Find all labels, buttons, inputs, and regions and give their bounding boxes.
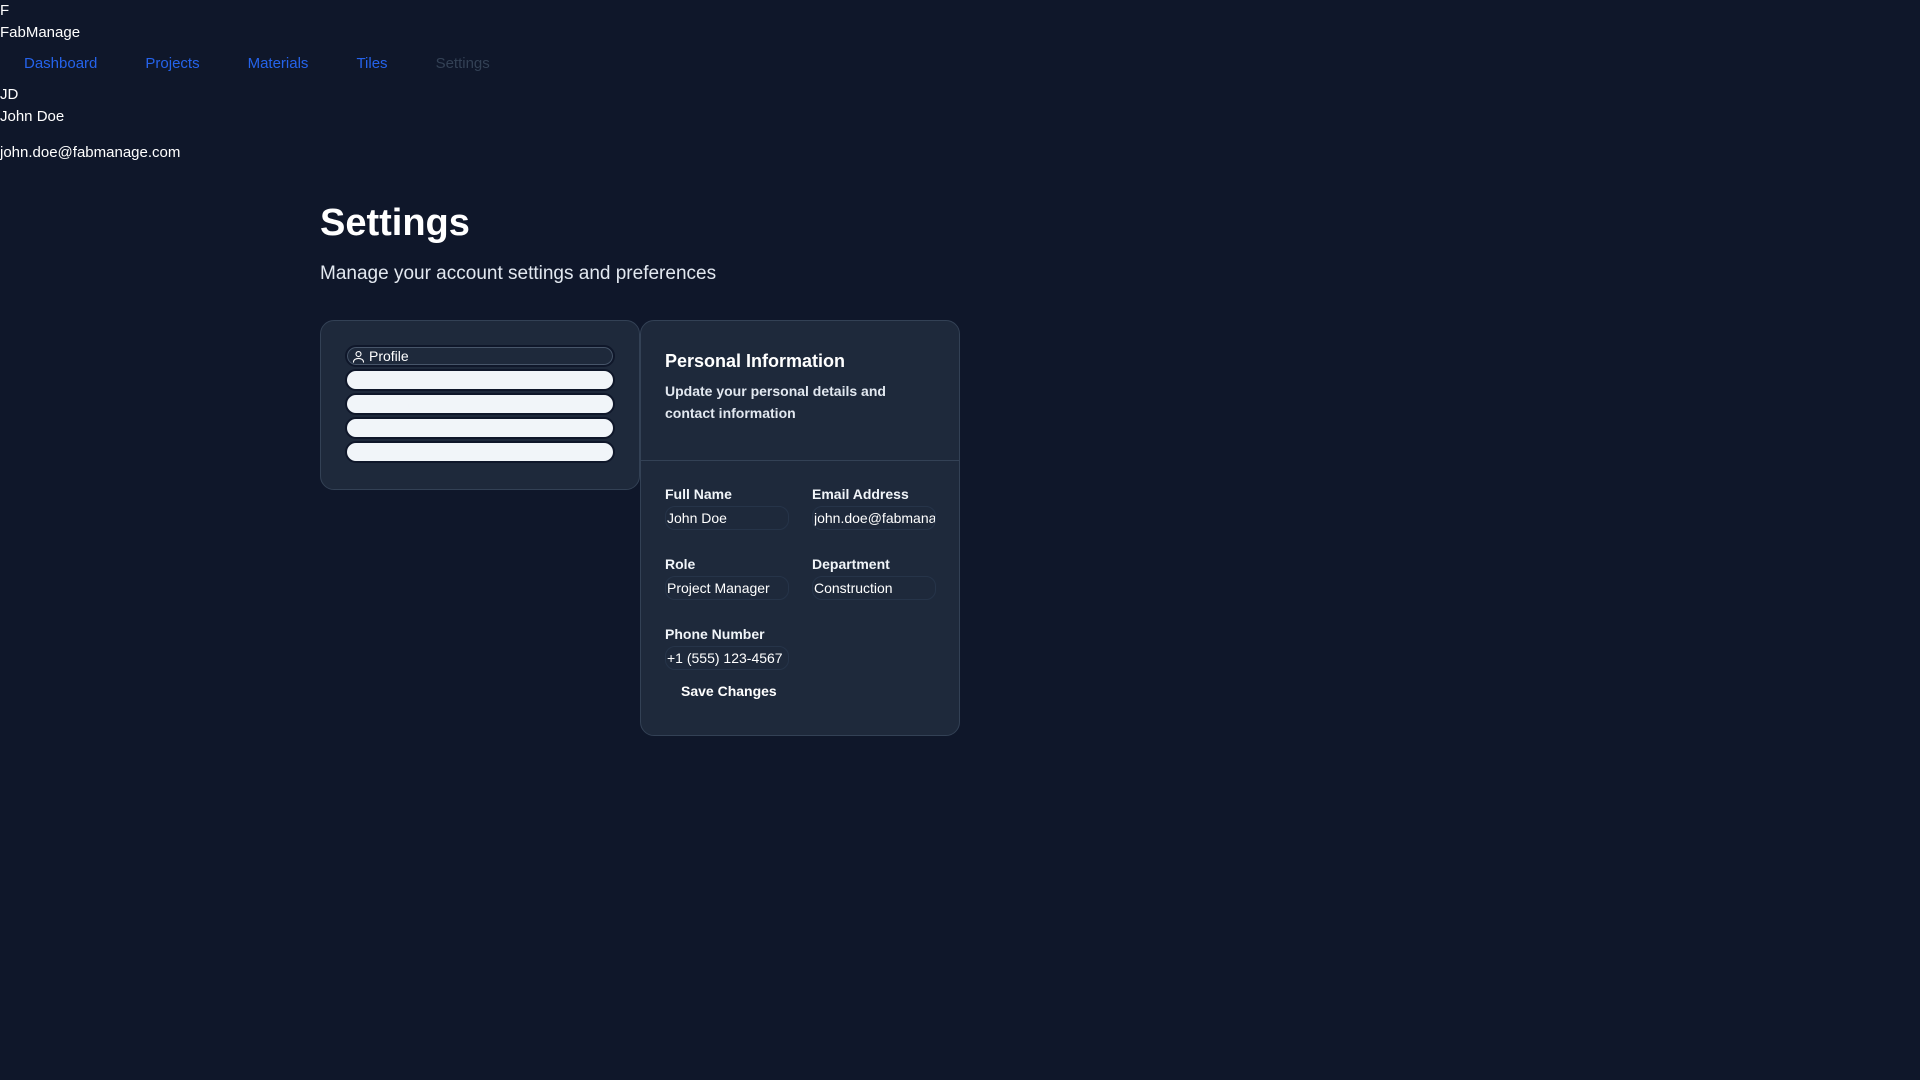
- card-title: Personal Information: [665, 351, 846, 371]
- full-name-input[interactable]: [665, 506, 789, 530]
- user-avatar: JD: [0, 86, 19, 103]
- card-header: Personal Information Update your persona…: [641, 321, 959, 461]
- department-field: Department: [812, 555, 936, 600]
- globe-icon: [352, 445, 365, 459]
- settings-tab-label: Notifications: [369, 372, 446, 388]
- palette-icon: [352, 397, 365, 411]
- settings-tab-label: Preferences: [369, 444, 445, 460]
- page-title: Settings: [320, 202, 470, 244]
- settings-tab-profile[interactable]: Profile: [345, 345, 615, 367]
- user-icon: [352, 350, 365, 363]
- settings-tab-label: Profile: [369, 348, 409, 364]
- email-field: Email Address: [812, 485, 936, 530]
- role-input[interactable]: [665, 576, 789, 600]
- app-name: FabManage: [0, 24, 81, 41]
- role-label: Role: [665, 556, 696, 572]
- app-logo: F: [0, 2, 10, 19]
- page-subtitle: Manage your account settings and prefere…: [320, 263, 717, 284]
- nav-link-dashboard[interactable]: Dashboard: [0, 50, 121, 80]
- nav-link-tiles[interactable]: Tiles: [332, 50, 411, 80]
- phone-label: Phone Number: [665, 626, 765, 642]
- settings-tab-label: Appearance: [369, 396, 445, 412]
- full-name-label: Full Name: [665, 486, 732, 502]
- personal-info-card: Personal Information Update your persona…: [640, 320, 960, 736]
- role-field: Role: [665, 555, 789, 600]
- email-label: Email Address: [812, 486, 909, 502]
- email-input[interactable]: [812, 506, 936, 530]
- department-input[interactable]: [812, 576, 936, 600]
- card-description: Update your personal details and contact…: [665, 383, 886, 421]
- full-name-field: Full Name: [665, 485, 789, 530]
- phone-input[interactable]: [665, 646, 789, 670]
- settings-tab-appearance[interactable]: Appearance: [345, 393, 615, 415]
- settings-tab-preferences[interactable]: Preferences: [345, 441, 615, 463]
- department-label: Department: [812, 556, 890, 572]
- phone-field: Phone Number: [665, 625, 789, 670]
- save-changes-button[interactable]: Save Changes: [665, 677, 793, 705]
- settings-tab-label: Security: [369, 420, 420, 436]
- nav-link-projects[interactable]: Projects: [121, 50, 223, 80]
- bell-icon: [352, 375, 365, 387]
- shield-icon: [352, 421, 365, 435]
- settings-menu-card: Profile Notifications Appearance Securit…: [320, 320, 640, 490]
- settings-tab-security[interactable]: Security: [345, 417, 615, 439]
- settings-tab-notifications[interactable]: Notifications: [345, 369, 615, 391]
- nav-link-materials[interactable]: Materials: [224, 50, 333, 80]
- user-name: John Doe: [0, 108, 65, 125]
- user-email: john.doe@fabmanage.com: [0, 144, 181, 161]
- top-nav: Dashboard Projects Materials Tiles Setti…: [0, 50, 514, 80]
- nav-link-settings[interactable]: Settings: [412, 50, 514, 80]
